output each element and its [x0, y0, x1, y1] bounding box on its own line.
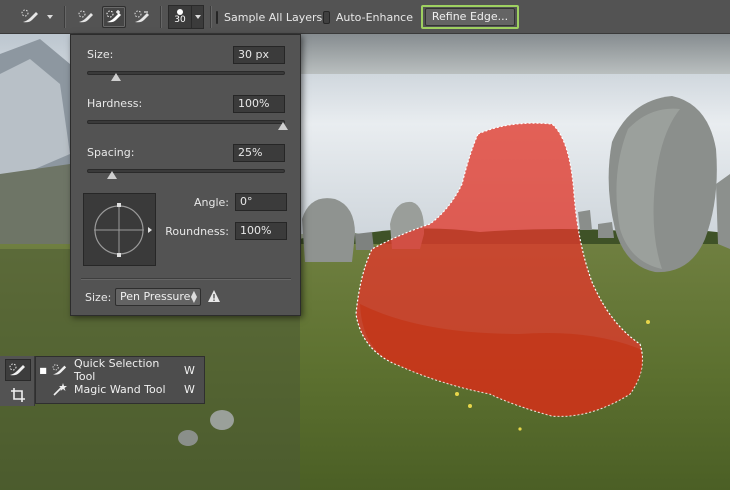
- tools-panel: [0, 356, 35, 406]
- new-selection-brush-icon: [77, 9, 95, 25]
- brush-picker-panel: Size: 30 px Hardness: 100% Spacing: 25% …: [70, 34, 301, 316]
- hardness-label: Hardness:: [87, 97, 143, 110]
- pen-pressure-select[interactable]: Pen Pressure ▲ ▼: [115, 288, 201, 306]
- tool-flyout-menu: ■ Quick Selection Tool W Magic Wand Tool…: [35, 356, 205, 404]
- quick-selection-tool-icon: [8, 362, 28, 378]
- selected-bullet-icon: ■: [39, 365, 47, 375]
- sample-all-layers-checkbox[interactable]: [216, 10, 218, 24]
- quick-selection-brush-icon: [21, 9, 41, 25]
- brush-size-preview[interactable]: 30: [168, 5, 192, 29]
- auto-enhance-checkbox[interactable]: [323, 10, 330, 24]
- angle-field[interactable]: 0°: [235, 193, 287, 211]
- refine-edge-label: Refine Edge...: [425, 8, 515, 26]
- size-label: Size:: [87, 48, 114, 61]
- brush-picker-dropdown[interactable]: [192, 5, 204, 29]
- flyout-item-label: Magic Wand Tool: [74, 382, 166, 396]
- tool-preset-picker[interactable]: [18, 6, 56, 28]
- brush-angle-preview[interactable]: [83, 193, 156, 266]
- spacing-label: Spacing:: [87, 146, 135, 159]
- flyout-item-magic-wand[interactable]: Magic Wand Tool W: [36, 380, 204, 398]
- crop-tool-icon: [10, 387, 26, 403]
- hardness-slider-handle[interactable]: [278, 122, 288, 130]
- auto-enhance-label: Auto-Enhance: [335, 10, 413, 24]
- chevron-down-icon: [194, 15, 201, 19]
- separator: [160, 6, 162, 28]
- crop-tool-button[interactable]: [5, 384, 31, 406]
- sample-all-layers-label: Sample All Layers: [224, 10, 323, 24]
- auto-enhance-option[interactable]: Auto-Enhance: [323, 6, 413, 28]
- flyout-item-shortcut: W: [184, 382, 195, 396]
- pen-pressure-size-label: Size:: [85, 291, 112, 304]
- hardness-field[interactable]: 100%: [233, 95, 285, 113]
- options-bar: 30 Sample All Layers Auto-Enhance Refine…: [0, 0, 730, 34]
- separator: [64, 6, 66, 28]
- spacing-slider-handle[interactable]: [107, 171, 118, 179]
- spacing-field[interactable]: 25%: [233, 144, 285, 162]
- sample-all-layers-option[interactable]: Sample All Layers: [216, 6, 322, 28]
- brush-size-value: 30: [174, 15, 186, 25]
- hardness-slider-track[interactable]: [87, 120, 285, 124]
- pen-pressure-value: Pen Pressure: [120, 290, 191, 303]
- angle-label: Angle:: [193, 196, 229, 209]
- separator: [210, 6, 212, 28]
- subtract-from-selection-button[interactable]: [130, 6, 154, 28]
- quick-selection-tool-icon: [50, 362, 70, 378]
- roundness-label: Roundness:: [165, 225, 229, 238]
- add-to-selection-brush-icon: [105, 9, 123, 25]
- add-to-selection-button[interactable]: [102, 6, 126, 28]
- brush-angle-widget-icon: [94, 203, 152, 257]
- new-selection-button[interactable]: [74, 6, 98, 28]
- chevron-down-icon: [47, 15, 53, 19]
- size-field[interactable]: 30 px: [233, 46, 285, 64]
- flyout-item-quick-selection[interactable]: ■ Quick Selection Tool W: [36, 357, 204, 383]
- quick-selection-tool-button[interactable]: [5, 359, 31, 381]
- warning-triangle-icon: [207, 289, 221, 303]
- flyout-item-shortcut: W: [184, 363, 195, 377]
- up-down-arrows-icon: ▲ ▼: [190, 289, 197, 304]
- magic-wand-icon: [50, 381, 70, 397]
- roundness-field[interactable]: 100%: [235, 222, 287, 240]
- divider: [81, 278, 291, 280]
- size-slider-handle[interactable]: [111, 73, 122, 81]
- refine-edge-button[interactable]: Refine Edge...: [421, 5, 519, 29]
- subtract-from-selection-brush-icon: [133, 9, 151, 25]
